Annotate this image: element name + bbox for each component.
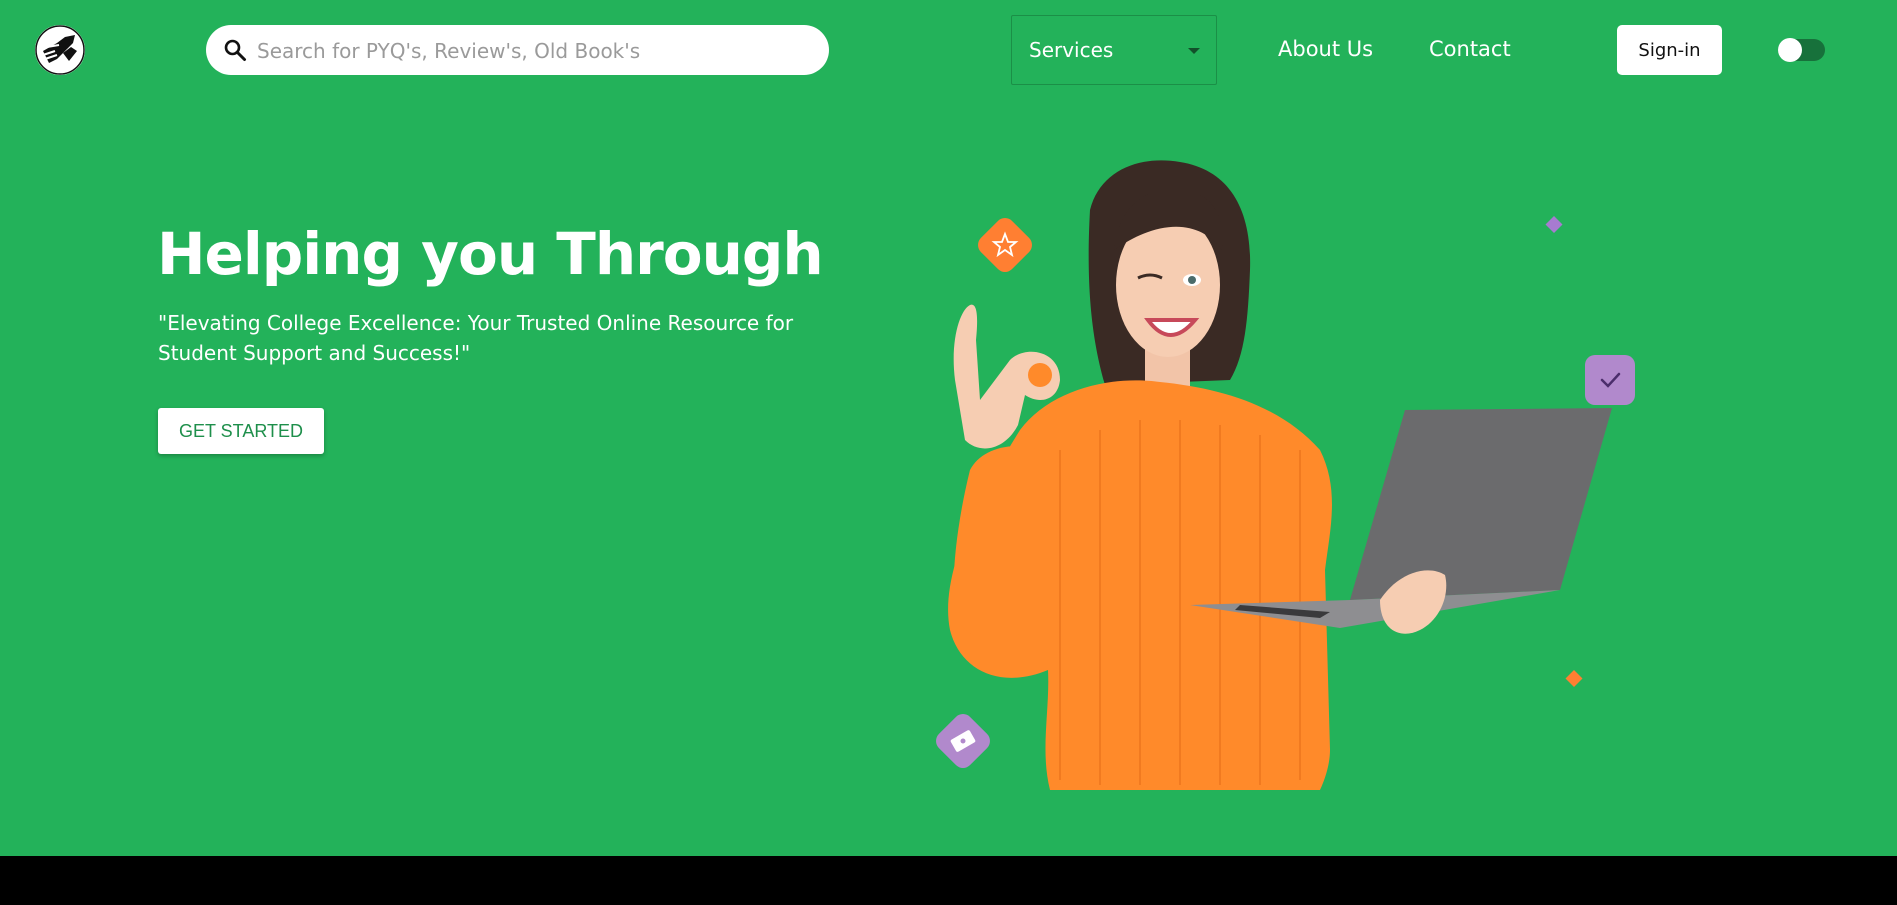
sign-in-label: Sign-in	[1638, 39, 1701, 61]
search-input[interactable]	[255, 25, 819, 77]
student-figure	[948, 160, 1612, 790]
services-label: Services	[1029, 38, 1114, 62]
chevron-down-icon	[1188, 48, 1200, 54]
hero-illustration	[815, 150, 1680, 790]
navbar: Services About Us Contact Sign-in	[0, 0, 1897, 100]
toggle-knob	[1778, 38, 1802, 62]
sign-in-button[interactable]: Sign-in	[1617, 25, 1722, 75]
decor-diamond	[1545, 216, 1563, 233]
get-started-label: GET STARTED	[178, 420, 304, 441]
nav-contact-link[interactable]: Contact	[1429, 37, 1511, 61]
footer-bar	[0, 856, 1897, 905]
services-dropdown[interactable]: Services	[1011, 15, 1217, 85]
star-icon	[978, 218, 1032, 272]
logo-icon[interactable]	[35, 25, 85, 75]
search-icon[interactable]	[223, 38, 247, 62]
search-bar	[206, 25, 829, 77]
hero-subtitle: "Elevating College Excellence: Your Trus…	[158, 311, 794, 365]
nav-about-us-link[interactable]: About Us	[1278, 37, 1373, 61]
hero-title: Helping you Through	[157, 220, 824, 288]
ticket-icon	[936, 714, 990, 768]
get-started-button[interactable]: GET STARTED	[158, 408, 324, 454]
check-icon	[1585, 355, 1635, 405]
dark-mode-toggle[interactable]	[1778, 38, 1825, 62]
decor-diamond	[1565, 670, 1583, 687]
